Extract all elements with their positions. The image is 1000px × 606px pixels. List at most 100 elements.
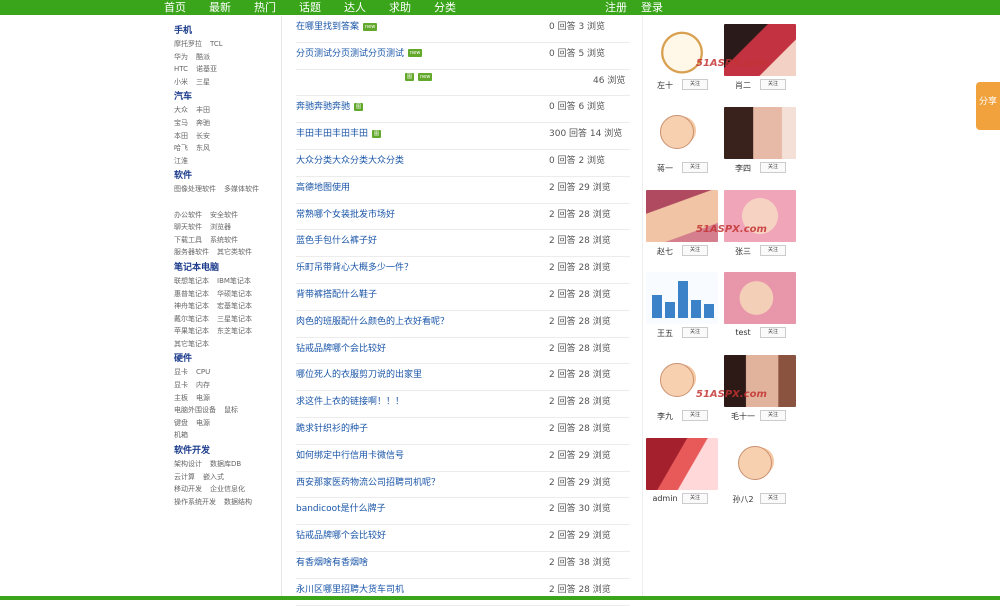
category-link[interactable]: 其它类软件 bbox=[217, 246, 252, 259]
user-avatar[interactable] bbox=[724, 272, 796, 325]
question-title-text[interactable]: 永川区哪里招聘大货车司机 bbox=[296, 585, 404, 595]
category-link[interactable]: 三星笔记本 bbox=[217, 313, 252, 326]
category-title[interactable]: 软件 bbox=[174, 169, 284, 183]
nav-topics[interactable]: 话题 bbox=[299, 0, 321, 15]
user-name[interactable]: 李四 bbox=[726, 163, 760, 174]
question-title[interactable]: 有香烟啥有香烟啥 bbox=[296, 555, 368, 568]
question-title-text[interactable]: 西安那家医药物流公司招聘司机呢？ bbox=[296, 478, 440, 488]
category-link[interactable]: 联想笔记本 bbox=[174, 275, 209, 288]
question-title-text[interactable]: 有香烟啥有香烟啥 bbox=[296, 558, 368, 568]
question-title-text[interactable]: 跪求针织衫的种子 bbox=[296, 424, 368, 434]
question-title[interactable]: 乐町吊带背心大概多少一件？ bbox=[296, 260, 413, 273]
category-link[interactable]: 键盘 bbox=[174, 417, 188, 430]
question-title-text[interactable]: 乐町吊带背心大概多少一件？ bbox=[296, 263, 413, 273]
category-title[interactable]: 软件开发 bbox=[174, 444, 284, 458]
question-title[interactable]: 钻戒品牌哪个会比较好 bbox=[296, 341, 386, 354]
question-title[interactable]: 永川区哪里招聘大货车司机 bbox=[296, 582, 404, 595]
user-name[interactable]: 蒋一 bbox=[648, 163, 682, 174]
category-link[interactable]: 神舟笔记本 bbox=[174, 300, 209, 313]
question-title[interactable]: 西安那家医药物流公司招聘司机呢？ bbox=[296, 475, 440, 488]
question-title-text[interactable]: 高德地图使用 bbox=[296, 183, 350, 193]
category-link[interactable]: 架构设计 bbox=[174, 458, 202, 471]
question-title[interactable]: 蓝色手包什么裤子好 bbox=[296, 233, 377, 246]
category-link[interactable]: 诺基亚 bbox=[196, 63, 217, 76]
question-title[interactable]: 求这件上衣的链接啊！！！ bbox=[296, 394, 404, 407]
share-button[interactable]: 分享 bbox=[976, 82, 1000, 130]
register-link[interactable]: 注册 bbox=[605, 0, 627, 15]
follow-button[interactable]: 关注 bbox=[682, 410, 708, 422]
category-link[interactable]: 嵌入式 bbox=[203, 471, 224, 484]
user-avatar[interactable] bbox=[724, 106, 796, 159]
user-name[interactable]: 左十 bbox=[648, 80, 682, 91]
question-title[interactable]: 分页测试分页测试分页测试 new bbox=[296, 46, 423, 59]
category-link[interactable]: 机箱 bbox=[174, 429, 188, 442]
category-link[interactable]: 办公软件 bbox=[174, 209, 202, 222]
follow-button[interactable]: 关注 bbox=[682, 161, 708, 173]
category-link[interactable]: 奔驰 bbox=[196, 117, 210, 130]
category-link[interactable]: 江淮 bbox=[174, 155, 188, 168]
follow-button[interactable]: 关注 bbox=[682, 327, 708, 339]
category-link[interactable]: 长安 bbox=[196, 130, 210, 143]
category-link[interactable]: TCL bbox=[210, 38, 223, 51]
follow-button[interactable]: 关注 bbox=[682, 79, 708, 90]
category-link[interactable]: 酷派 bbox=[196, 51, 210, 64]
question-title[interactable]: bandicoot是什么牌子 bbox=[296, 501, 386, 514]
nav-experts[interactable]: 达人 bbox=[344, 0, 366, 15]
category-link[interactable]: 戴尔笔记本 bbox=[174, 313, 209, 326]
category-link[interactable]: 哈飞 bbox=[174, 142, 188, 155]
question-title-text[interactable]: 如何绑定中行信用卡微信号 bbox=[296, 451, 404, 461]
category-link[interactable]: 显卡 bbox=[174, 366, 188, 379]
user-name[interactable]: 李九 bbox=[648, 411, 682, 422]
category-link[interactable]: 云计算 bbox=[174, 471, 195, 484]
category-link[interactable]: 丰田 bbox=[196, 104, 210, 117]
question-title-text[interactable]: 丰田丰田丰田丰田 bbox=[296, 129, 368, 139]
question-title-text[interactable]: 分页测试分页测试分页测试 bbox=[296, 49, 404, 59]
category-link[interactable]: 小米 bbox=[174, 76, 188, 89]
question-title-text[interactable]: 在哪里找到答案 bbox=[296, 22, 359, 32]
category-link[interactable]: 本田 bbox=[174, 130, 188, 143]
user-name[interactable]: admin bbox=[648, 494, 682, 503]
question-title-text[interactable]: 蓝色手包什么裤子好 bbox=[296, 236, 377, 246]
user-name[interactable]: 毛十一 bbox=[726, 411, 760, 422]
category-link[interactable]: 移动开发 bbox=[174, 483, 202, 496]
user-name[interactable]: test bbox=[726, 328, 760, 337]
question-title[interactable]: 丰田丰田丰田丰田图 bbox=[296, 126, 382, 139]
category-link[interactable]: 电脑外围设备 bbox=[174, 404, 216, 417]
question-title-text[interactable]: bandicoot是什么牌子 bbox=[296, 504, 386, 514]
category-link[interactable]: 显卡 bbox=[174, 379, 188, 392]
follow-button[interactable]: 关注 bbox=[682, 493, 708, 504]
user-name[interactable]: 张三 bbox=[726, 246, 760, 257]
question-title[interactable]: 钻戒品牌哪个会比较好 bbox=[296, 528, 386, 541]
category-link[interactable]: 东风 bbox=[196, 142, 210, 155]
nav-home[interactable]: 首页 bbox=[164, 0, 186, 15]
user-avatar[interactable] bbox=[646, 106, 718, 159]
question-title-text[interactable]: 哪位死人的衣服剪刀说的出家里 bbox=[296, 370, 422, 380]
category-link[interactable]: 宝马 bbox=[174, 117, 188, 130]
question-title-text[interactable]: 钻戒品牌哪个会比较好 bbox=[296, 531, 386, 541]
category-link[interactable]: 华为 bbox=[174, 51, 188, 64]
follow-button[interactable]: 关注 bbox=[760, 244, 786, 256]
follow-button[interactable]: 关注 bbox=[760, 79, 786, 90]
question-title[interactable]: 在哪里找到答案 new bbox=[296, 19, 378, 32]
question-title-text[interactable]: 钻戒品牌哪个会比较好 bbox=[296, 344, 386, 354]
category-link[interactable]: 电源 bbox=[196, 417, 210, 430]
question-title[interactable]: 大众分类大众分类大众分类 bbox=[296, 153, 404, 166]
follow-button[interactable]: 关注 bbox=[760, 410, 786, 422]
category-link[interactable]: 聊天软件 bbox=[174, 221, 202, 234]
question-title-text[interactable]: 肉色的班服配什么颜色的上衣好看呢？ bbox=[296, 317, 449, 327]
category-link[interactable]: 服务器软件 bbox=[174, 246, 209, 259]
user-avatar[interactable] bbox=[646, 438, 718, 490]
question-title[interactable]: 跪求针织衫的种子 bbox=[296, 421, 368, 434]
follow-button[interactable]: 关注 bbox=[682, 244, 708, 256]
user-name[interactable]: 王五 bbox=[648, 328, 682, 339]
user-avatar[interactable] bbox=[724, 438, 796, 490]
question-title-text[interactable]: 奔驰奔驰奔驰 bbox=[296, 102, 350, 112]
follow-button[interactable]: 关注 bbox=[760, 493, 786, 504]
question-title[interactable]: 奔驰奔驰奔驰图 bbox=[296, 99, 364, 112]
category-link[interactable]: 下载工具 bbox=[174, 234, 202, 247]
question-title[interactable]: 图 new bbox=[401, 73, 433, 83]
category-link[interactable]: 操作系统开发 bbox=[174, 496, 216, 509]
user-avatar[interactable] bbox=[646, 272, 718, 325]
category-link[interactable]: 系统软件 bbox=[210, 234, 238, 247]
question-title[interactable]: 高德地图使用 bbox=[296, 180, 350, 193]
